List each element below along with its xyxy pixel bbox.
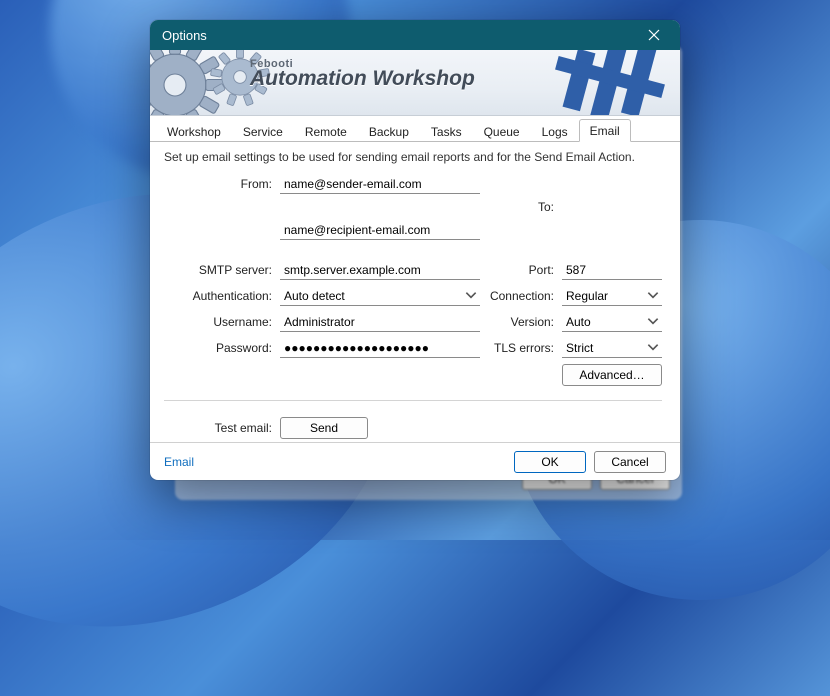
label-port: Port: (486, 263, 556, 277)
page-description: Set up email settings to be used for sen… (164, 150, 666, 164)
label-from: From: (164, 177, 274, 191)
username-field[interactable] (280, 312, 480, 332)
label-password: Password: (164, 341, 274, 355)
advanced-button[interactable]: Advanced… (562, 364, 662, 386)
tab-strip: WorkshopServiceRemoteBackupTasksQueueLog… (150, 116, 680, 142)
window-title: Options (162, 28, 207, 43)
tab-remote[interactable]: Remote (294, 120, 358, 142)
close-icon (648, 29, 660, 41)
password-field[interactable] (280, 338, 480, 358)
tls-errors-select[interactable] (562, 338, 662, 358)
brand-title: Automation Workshop (250, 68, 550, 89)
version-select[interactable] (562, 312, 662, 332)
label-version: Version: (486, 315, 556, 329)
label-tls-errors: TLS errors: (486, 341, 556, 355)
tab-workshop[interactable]: Workshop (156, 120, 232, 142)
tab-tasks[interactable]: Tasks (420, 120, 473, 142)
tab-queue[interactable]: Queue (473, 120, 531, 142)
cancel-button[interactable]: Cancel (594, 451, 666, 473)
banner: Febooti Automation Workshop (150, 50, 680, 116)
tab-service[interactable]: Service (232, 120, 294, 142)
smtp-server-field[interactable] (280, 260, 480, 280)
label-connection: Connection: (486, 289, 556, 303)
label-to: To: (486, 200, 556, 214)
port-field[interactable] (562, 260, 662, 280)
titlebar: Options (150, 20, 680, 50)
label-authentication: Authentication: (164, 289, 274, 303)
help-link[interactable]: Email (164, 455, 194, 469)
options-dialog: Options (150, 20, 680, 480)
label-smtp: SMTP server: (164, 263, 274, 277)
connection-select[interactable] (562, 286, 662, 306)
label-username: Username: (164, 315, 274, 329)
tab-panel-email: Set up email settings to be used for sen… (150, 142, 680, 442)
send-test-email-button[interactable]: Send (280, 417, 368, 439)
banner-graphic-icon (550, 50, 680, 116)
tab-logs[interactable]: Logs (531, 120, 579, 142)
label-test-email: Test email: (164, 421, 274, 435)
ok-button[interactable]: OK (514, 451, 586, 473)
dialog-footer: Email OK Cancel (150, 442, 680, 480)
close-button[interactable] (634, 23, 674, 47)
to-field[interactable] (280, 220, 480, 240)
separator (164, 400, 662, 401)
authentication-select[interactable] (280, 286, 480, 306)
tab-backup[interactable]: Backup (358, 120, 420, 142)
tab-email[interactable]: Email (579, 119, 631, 142)
from-field[interactable] (280, 174, 480, 194)
